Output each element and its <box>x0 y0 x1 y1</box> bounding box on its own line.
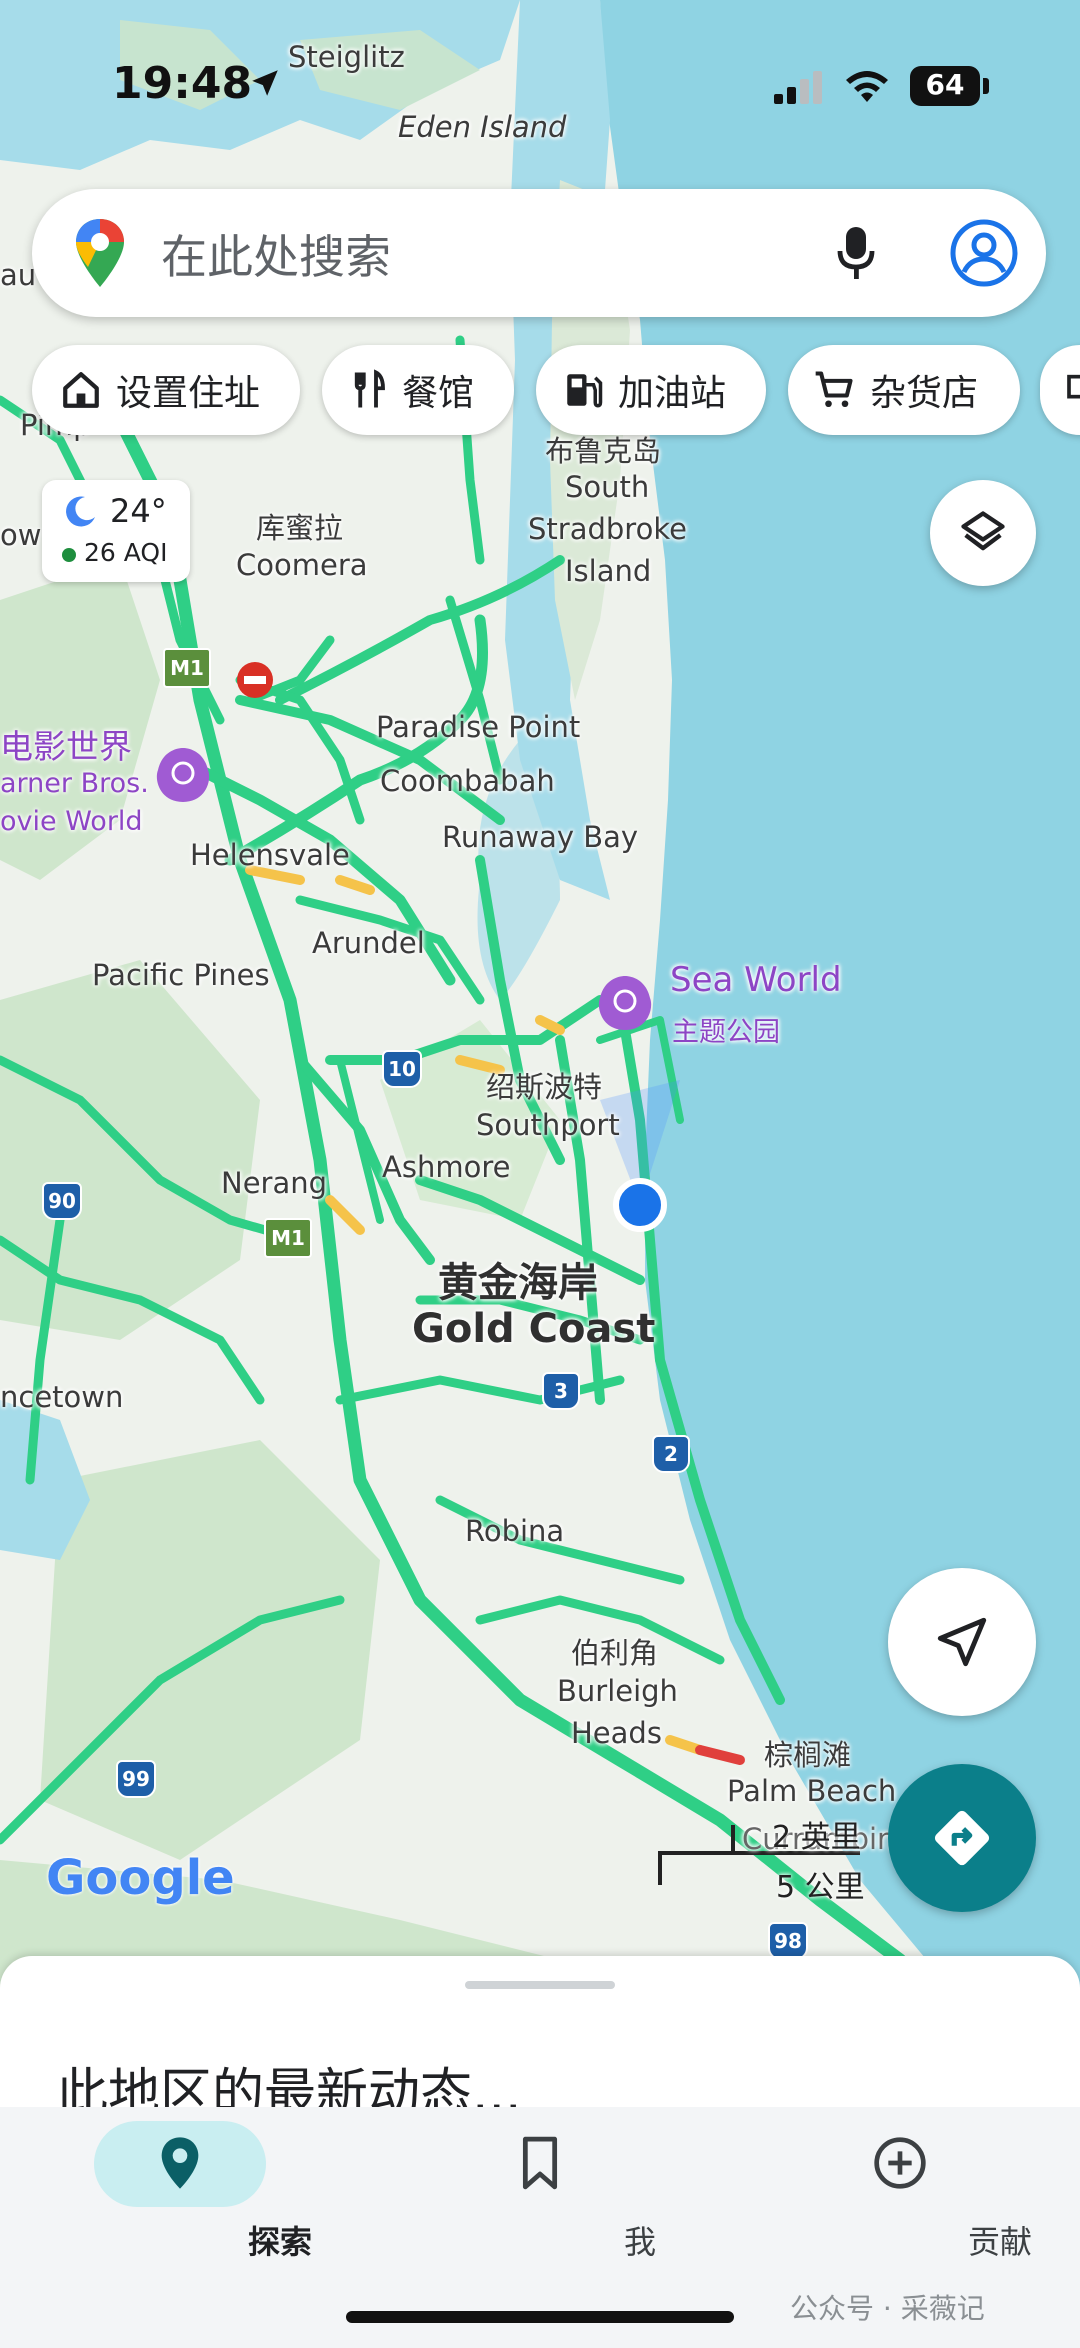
map-label-movie-world-cn: 电影世界 <box>0 727 132 766</box>
restaurant-icon <box>354 369 385 408</box>
weather-temp: 24° <box>110 492 167 530</box>
route-3-shield: 3 <box>542 1372 580 1410</box>
moon-icon <box>66 496 95 527</box>
weather-widget[interactable]: 24° 26 AQI <box>42 480 190 582</box>
chip-grocery-label: 杂货店 <box>870 373 979 414</box>
scale-imperial: 2 英里 <box>772 1820 861 1855</box>
gas-station-icon <box>567 374 603 408</box>
map-label-theme-park: 主题公园 <box>672 1017 780 1048</box>
nav-label-explore: 探索 <box>247 2223 312 2261</box>
status-time: 19:48 <box>112 58 253 109</box>
map-label-au: au <box>0 258 37 292</box>
map-label-burleigh: Burleigh <box>557 1674 678 1708</box>
map-label-cetown: ncetown <box>0 1380 124 1414</box>
map-label-gold-coast-cn: 黄金海岸 <box>438 1260 598 1306</box>
map-label-coomera: Coomera <box>236 548 368 582</box>
cellular-signal-icon <box>774 71 822 104</box>
cart-icon <box>815 371 853 408</box>
map-label-island: Island <box>565 554 652 588</box>
aqi-dot-icon <box>62 548 76 562</box>
google-logo: Google <box>46 1850 235 1906</box>
map-label-nerang: Nerang <box>221 1166 328 1200</box>
route-2-shield: 2 <box>652 1435 690 1473</box>
partial-chip-icon <box>1067 374 1080 399</box>
my-location-button[interactable] <box>888 1568 1036 1716</box>
map-label-southport: Southport <box>476 1108 620 1142</box>
watermark-text: 公众号 · 采薇记 <box>790 2292 985 2325</box>
explore-pin-icon <box>161 2137 199 2189</box>
map-label-stradbroke: Stradbroke <box>528 512 687 546</box>
map-label-coombabah: Coombabah <box>380 764 555 798</box>
search-input[interactable]: 在此处搜索 <box>161 221 391 287</box>
chip-gas-stations-label: 加油站 <box>618 373 727 414</box>
scale-metric: 5 公里 <box>776 1870 865 1905</box>
map-label-arundel: Arundel <box>312 926 425 960</box>
map-label-ashmore: Ashmore <box>382 1150 511 1184</box>
chip-gas-stations[interactable]: 加油站 <box>536 345 766 435</box>
google-maps-logo-icon <box>76 219 124 287</box>
map-label-burleigh-cn: 伯利角 <box>571 1636 659 1670</box>
chip-grocery[interactable]: 杂货店 <box>788 345 1020 435</box>
weather-aqi: 26 AQI <box>84 538 168 567</box>
map-label-warner-bros: arner Bros. <box>0 768 149 799</box>
map-label-gold-coast: Gold Coast <box>412 1306 656 1352</box>
wifi-icon <box>846 71 888 102</box>
map-label-coomera-cn: 库蜜拉 <box>256 511 344 545</box>
navigation-arrow-icon <box>937 1617 987 1667</box>
map-label-heads: Heads <box>571 1716 662 1750</box>
map-label-paradise-point: Paradise Point <box>376 710 581 744</box>
my-location-dot <box>613 1178 667 1232</box>
nav-label-contribute: 贡献 <box>967 2223 1032 2261</box>
chip-restaurants[interactable]: 餐馆 <box>322 345 514 435</box>
m1-shield-top: M1 <box>163 648 211 688</box>
home-icon <box>63 372 99 408</box>
map-label-palm-beach: Palm Beach <box>727 1774 897 1808</box>
account-avatar-icon[interactable] <box>948 217 1020 289</box>
directions-button[interactable] <box>888 1764 1036 1912</box>
map-label-south: South <box>565 470 650 504</box>
layers-button[interactable] <box>930 480 1036 586</box>
chip-set-home-label: 设置住址 <box>116 373 261 414</box>
chip-set-home[interactable]: 设置住址 <box>32 345 300 435</box>
map-label-runaway-bay: Runaway Bay <box>442 820 639 854</box>
battery-icon: 64 <box>910 66 980 106</box>
search-bar[interactable]: 在此处搜索 <box>32 189 1046 317</box>
map-label-sea-world: Sea World <box>670 960 842 1000</box>
layers-icon <box>961 511 1005 551</box>
chip-restaurants-label: 餐馆 <box>402 373 475 414</box>
sheet-drag-handle[interactable] <box>465 1981 615 1989</box>
microphone-icon[interactable] <box>832 223 880 283</box>
nav-label-me: 我 <box>623 2223 656 2261</box>
home-indicator[interactable] <box>346 2311 734 2323</box>
battery-level: 64 <box>925 68 965 101</box>
map-label-southport-cn: 绍斯波特 <box>486 1070 603 1104</box>
m1-shield-mid: M1 <box>264 1218 312 1258</box>
map-label-palm-beach-cn: 棕榈滩 <box>764 1738 852 1772</box>
map-label-helensvale: Helensvale <box>190 838 350 872</box>
map-label-robina: Robina <box>465 1514 565 1548</box>
route-10-shield: 10 <box>382 1050 422 1088</box>
route-90-shield: 90 <box>42 1182 82 1220</box>
map-label-pacific-pines: Pacific Pines <box>92 958 270 992</box>
status-bar: 19:48 64 <box>0 0 1080 175</box>
directions-icon <box>934 1810 990 1866</box>
add-circle-icon <box>874 2137 926 2189</box>
location-arrow-icon <box>252 70 278 96</box>
route-99-shield: 99 <box>116 1760 156 1798</box>
map-label-movie-world: ovie World <box>0 806 143 837</box>
battery-tip <box>983 78 989 94</box>
bookmark-icon <box>522 2136 558 2190</box>
route-98-shield: 98 <box>768 1922 808 1960</box>
